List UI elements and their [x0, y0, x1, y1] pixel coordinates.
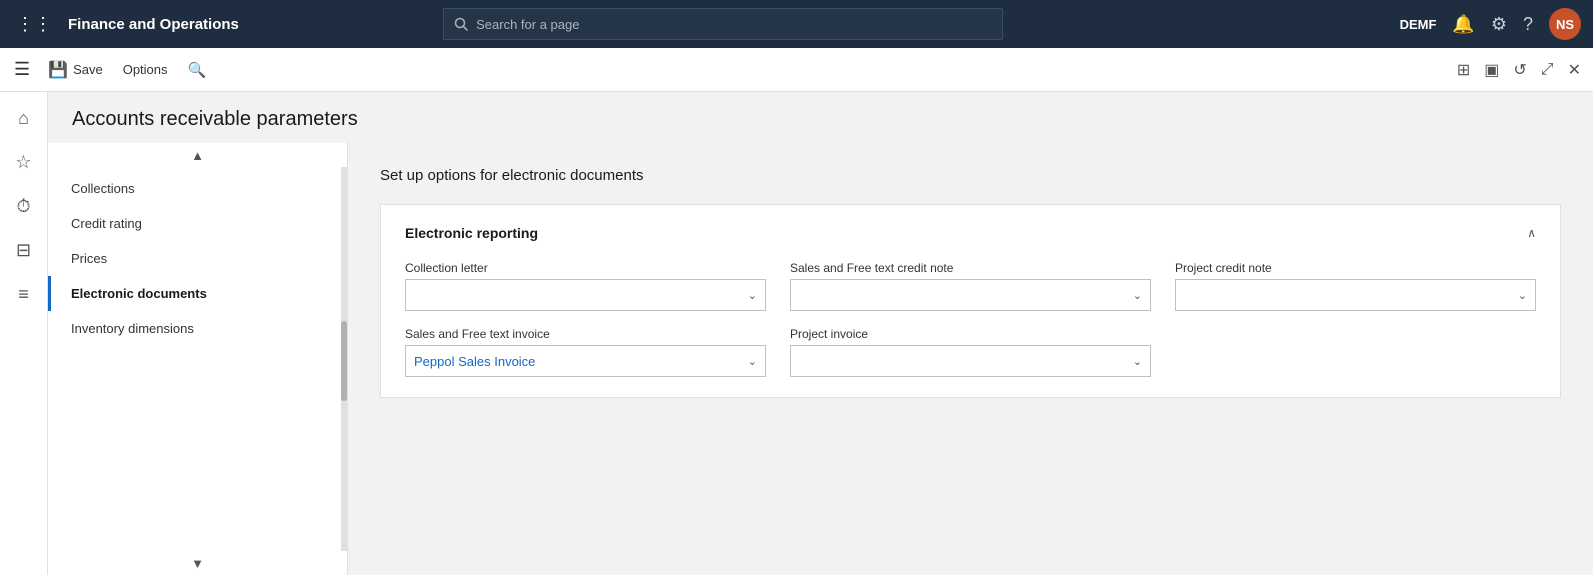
action-bar: ☰ 💾 Save Options 🔍 ⊞ ▣ ↺ ⤢ ✕ — [0, 48, 1593, 92]
label-collection-letter: Collection letter — [405, 261, 766, 275]
close-button[interactable]: ✕ — [1564, 56, 1585, 84]
nav-item-collections[interactable]: Collections — [48, 171, 347, 206]
reading-mode-icon[interactable]: ▣ — [1480, 56, 1503, 84]
hamburger-button[interactable]: ☰ — [8, 53, 36, 86]
scroll-up-arrow[interactable]: ▲ — [48, 143, 347, 167]
field-project-invoice: Project invoice ⌄ — [790, 327, 1151, 377]
save-icon: 💾 — [48, 60, 68, 80]
grid-menu-icon[interactable]: ⋮⋮ — [12, 10, 56, 39]
chevron-down-icon: ⌄ — [1133, 289, 1142, 302]
select-project-credit-note[interactable]: ⌄ — [1175, 279, 1536, 311]
sidebar-recent-icon[interactable]: ⏱ — [6, 188, 42, 224]
field-collection-letter: Collection letter ⌄ — [405, 261, 766, 311]
field-sales-free-text-credit-note: Sales and Free text credit note ⌄ — [790, 261, 1151, 311]
label-sales-free-text-invoice: Sales and Free text invoice — [405, 327, 766, 341]
sidebar-workspaces-icon[interactable]: ⊟ — [6, 232, 42, 268]
sidebar-icons: ⌂ ☆ ⏱ ⊟ ≡ — [0, 92, 48, 575]
select-sales-free-text-invoice-value: Peppol Sales Invoice — [414, 354, 535, 369]
action-bar-right: ⊞ ▣ ↺ ⤢ ✕ — [1453, 56, 1585, 84]
nav-item-electronic-documents[interactable]: Electronic documents — [48, 276, 347, 311]
chevron-down-icon: ⌄ — [1518, 289, 1527, 302]
collapse-icon[interactable]: ∧ — [1527, 226, 1536, 240]
nav-item-prices[interactable]: Prices — [48, 241, 347, 276]
left-nav-scrollbar[interactable] — [341, 167, 347, 551]
label-sales-free-text-credit-note: Sales and Free text credit note — [790, 261, 1151, 275]
card-header: Electronic reporting ∧ — [405, 225, 1536, 241]
select-collection-letter[interactable]: ⌄ — [405, 279, 766, 311]
environment-label: DEMF — [1400, 17, 1437, 32]
help-icon[interactable]: ? — [1523, 14, 1533, 35]
main-layout: ⌂ ☆ ⏱ ⊟ ≡ Accounts receivable parameters… — [0, 92, 1593, 575]
form-grid: Collection letter ⌄ Sales and Free text … — [405, 261, 1536, 377]
top-nav: ⋮⋮ Finance and Operations Search for a p… — [0, 0, 1593, 48]
field-project-credit-note: Project credit note ⌄ — [1175, 261, 1536, 311]
page-title-bar: Accounts receivable parameters — [48, 92, 1593, 143]
notification-icon[interactable]: 🔔 — [1452, 14, 1474, 35]
section-heading: Set up options for electronic documents — [380, 167, 1561, 184]
global-search-bar[interactable]: Search for a page — [443, 8, 1003, 40]
scrollbar-track — [341, 167, 347, 551]
select-sales-free-text-invoice[interactable]: Peppol Sales Invoice ⌄ — [405, 345, 766, 377]
personalize-icon[interactable]: ⊞ — [1453, 56, 1474, 84]
electronic-reporting-card: Electronic reporting ∧ Collection letter… — [380, 204, 1561, 398]
options-button[interactable]: Options — [115, 58, 176, 81]
scrollbar-thumb — [341, 321, 347, 401]
empty-cell — [1175, 327, 1536, 377]
chevron-down-icon: ⌄ — [748, 289, 757, 302]
app-title: Finance and Operations — [68, 16, 239, 33]
nav-item-credit-rating[interactable]: Credit rating — [48, 206, 347, 241]
refresh-icon[interactable]: ↺ — [1509, 56, 1530, 84]
top-nav-right: DEMF 🔔 ⚙ ? NS — [1400, 8, 1581, 40]
select-sales-free-text-credit-note[interactable]: ⌄ — [790, 279, 1151, 311]
label-project-credit-note: Project credit note — [1175, 261, 1536, 275]
label-project-invoice: Project invoice — [790, 327, 1151, 341]
sidebar-home-icon[interactable]: ⌂ — [6, 100, 42, 136]
select-project-invoice[interactable]: ⌄ — [790, 345, 1151, 377]
action-search-icon[interactable]: 🔍 — [180, 57, 215, 83]
sidebar-modules-icon[interactable]: ≡ — [6, 276, 42, 312]
main-content: Set up options for electronic documents … — [348, 143, 1593, 575]
save-label: Save — [73, 62, 103, 77]
nav-item-inventory-dimensions[interactable]: Inventory dimensions — [48, 311, 347, 346]
search-placeholder: Search for a page — [476, 17, 579, 32]
save-button[interactable]: 💾 Save — [40, 56, 111, 84]
scroll-down-arrow[interactable]: ▼ — [48, 551, 347, 575]
card-title: Electronic reporting — [405, 225, 538, 241]
settings-icon[interactable]: ⚙ — [1491, 14, 1507, 35]
page-title: Accounts receivable parameters — [72, 108, 1569, 131]
user-avatar[interactable]: NS — [1549, 8, 1581, 40]
inner-layout: ▲ Collections Credit rating Prices Elect… — [48, 143, 1593, 575]
content-area: Accounts receivable parameters ▲ Collect… — [48, 92, 1593, 575]
field-sales-free-text-invoice: Sales and Free text invoice Peppol Sales… — [405, 327, 766, 377]
expand-icon[interactable]: ⤢ — [1537, 57, 1558, 83]
search-icon — [454, 17, 468, 31]
left-nav-items: Collections Credit rating Prices Electro… — [48, 143, 347, 374]
chevron-down-icon: ⌄ — [1133, 355, 1142, 368]
left-nav-panel: ▲ Collections Credit rating Prices Elect… — [48, 143, 348, 575]
sidebar-favorites-icon[interactable]: ☆ — [6, 144, 42, 180]
chevron-down-icon: ⌄ — [748, 355, 757, 368]
